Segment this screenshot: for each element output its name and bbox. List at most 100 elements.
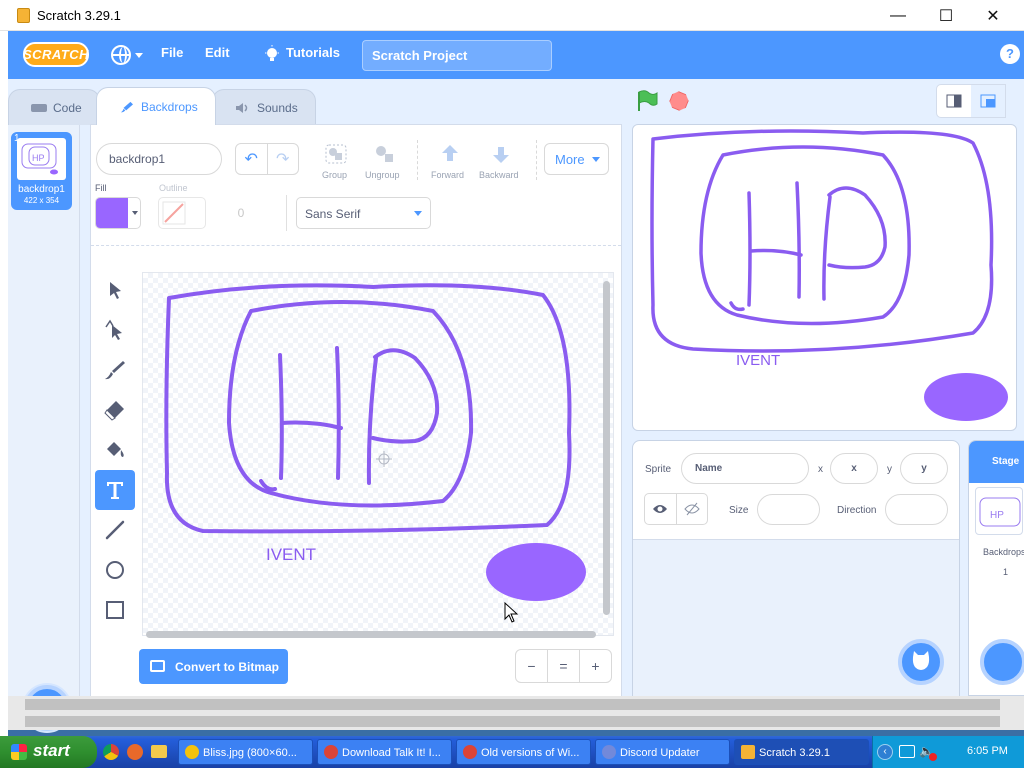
brush-tool[interactable] [95,350,135,390]
canvas-vertical-scrollbar[interactable] [603,281,610,615]
taskbar-item-scratch[interactable]: Scratch 3.29.1 [734,739,869,765]
minimize-button[interactable]: — [875,0,921,31]
system-tray: ‹ 🔈 6:05 PM [872,736,1024,768]
small-stage-icon[interactable] [937,85,971,117]
taskbar-item-bliss[interactable]: Bliss.jpg (800×60... [178,739,313,765]
help-icon[interactable]: ? [1000,44,1020,64]
convert-label: Convert to Bitmap [175,660,280,674]
tab-backdrops[interactable]: Backdrops [96,87,216,125]
zoom-reset-icon[interactable]: = [548,650,580,682]
edit-menu[interactable]: Edit [205,45,230,60]
tab-code[interactable]: Code [8,89,100,125]
stage-thumbnail-drawing: HP [979,497,1021,527]
code-blocks-icon [31,103,47,112]
outline-color-picker[interactable] [158,197,206,229]
tray-expand-icon[interactable]: ‹ [877,744,893,760]
select-tool[interactable] [95,270,135,310]
costume-name-input[interactable]: backdrop1 [96,143,222,175]
outline-size-input[interactable]: 0 [216,197,266,229]
folder-quicklaunch-icon[interactable] [151,745,167,758]
backward-arrow-icon[interactable] [489,142,513,166]
hide-eye-icon[interactable] [677,494,708,524]
backdrop-list: 1 HP backdrop1 422 x 354 [8,125,80,731]
direction-label: Direction [837,505,877,516]
choose-stage-backdrop-button[interactable] [980,639,1024,685]
start-button[interactable]: start [0,736,97,768]
circle-icon [106,561,124,579]
stage-backdrops-label: Backdrops [983,547,1024,557]
chrome-icon [324,745,338,759]
tab-sounds[interactable]: Sounds [212,89,316,125]
x-position-input[interactable]: x [830,453,878,484]
cat-icon [912,651,930,670]
canvas-text[interactable]: IVENT [266,545,316,564]
choose-sprite-button[interactable] [898,639,944,685]
canvas-horizontal-scrollbar[interactable] [146,631,596,638]
stage-thumbnail: HP [975,487,1023,535]
backdrop-dimensions: 422 x 354 [23,196,60,205]
toolbar-separator [91,245,621,246]
project-title-input[interactable]: Scratch Project [362,40,552,71]
convert-to-bitmap-button[interactable]: Convert to Bitmap [139,649,288,684]
backdrop-preview-drawing: HP [21,143,58,175]
center-crosshair-icon [376,451,392,467]
sprite-name-input[interactable]: Name [681,453,809,484]
size-input[interactable] [757,494,820,525]
window-horizontal-scrollbar-2[interactable] [8,713,1024,730]
zoom-out-icon[interactable]: − [516,650,548,682]
green-flag-icon[interactable] [636,90,660,112]
taskbar-item-old-versions[interactable]: Old versions of Wi... [456,739,591,765]
toolbar-divider [536,140,537,180]
ungroup-icon[interactable] [372,142,398,166]
forward-arrow-icon[interactable] [438,142,462,166]
fill-color-picker[interactable] [95,197,141,229]
line-tool[interactable] [95,510,135,550]
close-button[interactable]: ✕ [970,0,1016,31]
circle-tool[interactable] [95,550,135,590]
svg-text:HP: HP [990,510,1004,521]
taskbar-item-label: Bliss.jpg (800×60... [203,747,297,759]
normal-stage-icon[interactable] [971,85,1005,117]
forward-label: Forward [431,170,465,180]
x-label: x [818,464,823,475]
scrollbar-thumb[interactable] [25,699,1000,710]
font-select[interactable]: Sans Serif [296,197,431,229]
language-caret-icon [135,53,143,58]
fill-tool[interactable] [95,430,135,470]
clock[interactable]: 6:05 PM [967,745,1008,757]
chrome-quicklaunch-icon[interactable] [103,744,119,760]
scratch-logo[interactable]: SCRATCH [23,42,89,67]
stage-canvas[interactable]: IVENT [632,124,1017,431]
taskbar-item-discord[interactable]: Discord Updater [595,739,730,765]
scrollbar-thumb[interactable] [25,716,1000,727]
show-eye-icon[interactable] [645,494,677,524]
file-menu[interactable]: File [161,45,183,60]
backdrop-thumbnail-image: HP [17,138,66,180]
reshape-icon [105,319,122,340]
reshape-tool[interactable] [95,310,135,350]
backdrop-thumbnail[interactable]: 1 HP backdrop1 422 x 354 [11,132,72,210]
window-horizontal-scrollbar[interactable] [8,696,1024,713]
redo-icon[interactable]: ↷ [268,144,299,174]
more-caret-icon [592,157,600,162]
firefox-quicklaunch-icon[interactable] [127,744,143,760]
undo-icon[interactable]: ↶ [236,144,268,174]
toolbar-divider [286,195,287,231]
direction-input[interactable] [885,494,948,525]
tutorials-menu[interactable]: Tutorials [286,45,340,60]
network-icon[interactable] [899,745,915,758]
y-position-input[interactable]: y [900,453,948,484]
maximize-button[interactable]: ☐ [923,0,969,31]
more-button[interactable]: More [544,143,609,175]
ungroup-label: Ungroup [365,170,400,180]
text-tool[interactable] [95,470,135,510]
taskbar-item-talk-it[interactable]: Download Talk It! I... [317,739,452,765]
language-globe-icon[interactable] [111,45,131,65]
stage-text: IVENT [736,352,780,369]
zoom-in-icon[interactable]: + [580,650,611,682]
eraser-tool[interactable] [95,390,135,430]
paint-canvas[interactable]: IVENT [142,272,614,636]
rectangle-tool[interactable] [95,590,135,630]
group-icon[interactable] [323,142,349,166]
tab-code-label: Code [53,100,82,115]
